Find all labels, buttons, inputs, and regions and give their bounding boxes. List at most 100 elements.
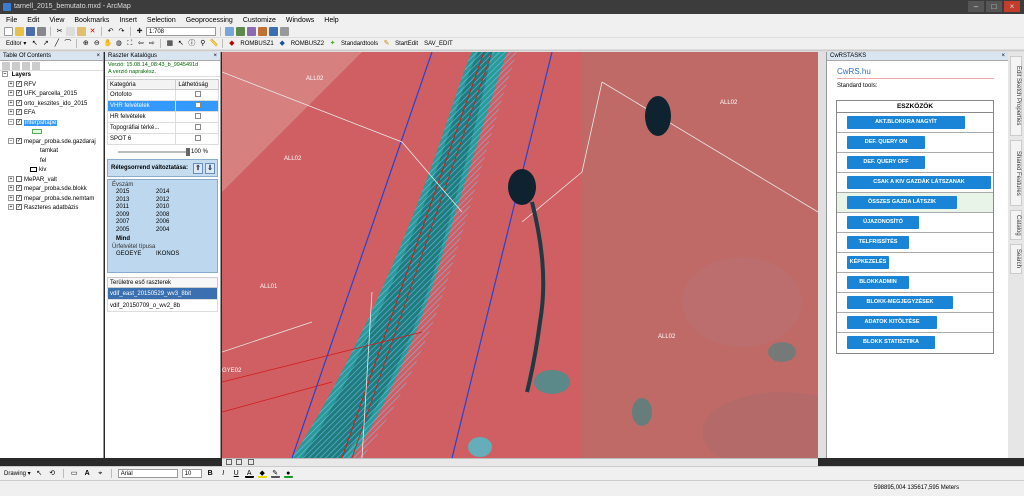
toc-layer-ufk[interactable]: + ✓ UFK_parcella_2015 <box>0 90 103 100</box>
toc-layer-blokk[interactable]: + ✓ mepar_proba.sde.blokk <box>0 185 103 195</box>
startedit-button[interactable]: StartEdit <box>393 41 420 47</box>
tab-catalog[interactable]: Catalog <box>1010 210 1022 240</box>
standardtools-button[interactable]: Standardtools <box>339 41 380 47</box>
edit-annotation-icon[interactable]: ↗ <box>41 39 50 48</box>
year-option[interactable]: 2015 <box>116 189 146 197</box>
expand-icon[interactable]: + <box>8 204 14 211</box>
menu-windows[interactable]: Windows <box>286 17 314 24</box>
year-option[interactable]: 2013 <box>116 197 146 205</box>
forward-extent-icon[interactable]: ⇨ <box>147 39 156 48</box>
drawing-menu[interactable]: Drawing ▾ <box>4 470 31 477</box>
add-data-icon[interactable]: ✚ <box>135 27 144 36</box>
maximize-button[interactable]: □ <box>986 1 1002 12</box>
layer-checkbox[interactable]: ✓ <box>16 194 22 201</box>
block-notes-button[interactable]: BLOKK-MEGJEGYZÉSEK <box>847 296 953 309</box>
select-features-icon[interactable]: ▦ <box>165 39 174 48</box>
category-row[interactable]: HR felvételek <box>106 111 219 123</box>
refresh-button[interactable]: TELFRISSÍTÉS <box>847 236 909 249</box>
refresh-view-icon[interactable] <box>248 459 254 465</box>
visibility-checkbox[interactable] <box>195 91 202 97</box>
redo-icon[interactable]: ↷ <box>117 27 126 36</box>
def-query-off-button[interactable]: DEF. QUERY OFF <box>847 156 925 169</box>
text-icon[interactable]: A <box>83 469 92 478</box>
layer-checkbox[interactable] <box>16 175 22 182</box>
category-row[interactable]: SPOT 6 <box>106 133 219 145</box>
paste-icon[interactable] <box>77 27 86 36</box>
minimize-button[interactable]: – <box>968 1 984 12</box>
menu-help[interactable]: Help <box>324 17 338 24</box>
font-select[interactable]: Arial <box>117 469 178 478</box>
expand-icon[interactable]: + <box>8 99 14 106</box>
measure-icon[interactable]: 📏 <box>209 39 219 48</box>
year-option[interactable]: 2006 <box>156 219 186 227</box>
menu-customize[interactable]: Customize <box>243 17 276 24</box>
catalog-close-icon[interactable]: × <box>213 52 217 61</box>
list-by-source-icon[interactable] <box>12 62 20 70</box>
visibility-header[interactable]: Láthetóság <box>175 79 219 90</box>
toc-layer-raszteres[interactable]: + ✓ Raszteres adatbázis <box>0 204 103 214</box>
edit-tool-icon[interactable]: ↖ <box>30 39 39 48</box>
layer-checkbox[interactable]: ✓ <box>16 185 22 192</box>
font-size-select[interactable]: 10 <box>181 469 202 478</box>
layers-root[interactable]: − Layers <box>0 71 103 81</box>
line-color-icon[interactable]: ✎ <box>270 469 280 478</box>
delete-icon[interactable]: ✕ <box>88 27 97 36</box>
toc-layer-rfv[interactable]: + ✓ RFV <box>0 80 103 91</box>
block-statistics-button[interactable]: BLOKK STATISZTIKA <box>847 336 935 349</box>
year-option[interactable]: 2012 <box>156 197 186 205</box>
layer-checkbox[interactable]: ✓ <box>16 90 22 97</box>
select-elements-icon[interactable]: ↖ <box>35 469 44 478</box>
data-view-icon[interactable] <box>226 459 232 465</box>
list-by-drawing-order-icon[interactable] <box>2 62 10 70</box>
block-admin-button[interactable]: BLOKKADMIN <box>847 276 909 289</box>
year-option[interactable]: 2014 <box>156 189 186 197</box>
category-row[interactable]: Ortofoto <box>106 89 219 101</box>
save-icon[interactable] <box>26 27 35 36</box>
catalog-window-icon[interactable] <box>236 27 245 36</box>
tab-search[interactable]: Search <box>1010 244 1022 274</box>
year-option[interactable]: 2005 <box>116 227 146 235</box>
identify-icon[interactable]: ⓘ <box>187 39 196 48</box>
rombusz1-button[interactable]: ROMBUSZ1 <box>238 41 275 47</box>
menu-edit[interactable]: Edit <box>27 17 39 24</box>
list-by-selection-icon[interactable] <box>32 62 40 70</box>
rombusz2-button[interactable]: ROMBUSZ2 <box>289 41 326 47</box>
copy-icon[interactable] <box>66 27 75 36</box>
slider-thumb[interactable] <box>186 148 190 156</box>
sav-edit-button[interactable]: SAV_EDIT <box>422 41 455 47</box>
visibility-checkbox[interactable] <box>195 135 202 141</box>
map-view[interactable]: ALL02 ALL02 ALL02 ALL01 ALL02 GYE02 <box>222 52 818 458</box>
menu-insert[interactable]: Insert <box>119 17 137 24</box>
layer-checkbox[interactable]: ✓ <box>16 204 22 211</box>
cwrs-brand[interactable]: CwRS.hu <box>837 67 1008 76</box>
new-document-icon[interactable] <box>4 27 13 36</box>
image-management-button[interactable]: KÉPKEZELÉS <box>847 256 889 269</box>
layer-checkbox[interactable]: ✓ <box>16 118 22 125</box>
category-row[interactable]: VHR felvételek <box>106 100 219 112</box>
toc-layer-nemtam[interactable]: + ✓ mepar_proba.sde.nemtam <box>0 194 103 205</box>
menu-geoprocessing[interactable]: Geoprocessing <box>186 17 233 24</box>
editor-menu[interactable]: Editor ▾ <box>4 40 28 47</box>
tab-shared-features[interactable]: Shared Features <box>1010 140 1022 206</box>
zoom-out-icon[interactable]: ⊖ <box>92 39 101 48</box>
expand-icon[interactable]: + <box>8 80 14 87</box>
toc-layer-orto[interactable]: + ✓ orto_keszites_ido_2015 <box>0 99 103 110</box>
back-extent-icon[interactable]: ⇦ <box>136 39 145 48</box>
toc-layer-efa[interactable]: + ✓ EFA <box>0 109 103 119</box>
year-option[interactable]: 2007 <box>116 219 146 227</box>
zoom-in-icon[interactable]: ⊕ <box>81 39 90 48</box>
move-up-button[interactable]: ⇑ <box>193 163 203 174</box>
edit-vertices-icon[interactable]: ⌖ <box>96 469 105 478</box>
layer-checkbox[interactable]: ✓ <box>16 99 22 106</box>
toc-layer-mepar-valt[interactable]: + MePAR_valt <box>0 175 103 186</box>
year-option[interactable]: 2010 <box>156 204 186 212</box>
panel-splitter[interactable] <box>818 52 826 458</box>
cut-icon[interactable]: ✂ <box>55 27 64 36</box>
tab-edit-sketch-properties[interactable]: Edit Sketch Properties <box>1010 56 1022 136</box>
opacity-slider[interactable] <box>118 148 190 156</box>
reidentify-button[interactable]: ÚJAZONOSÍTÓ <box>847 216 919 229</box>
model-builder-icon[interactable] <box>280 27 289 36</box>
undo-icon[interactable]: ↶ <box>106 27 115 36</box>
bold-icon[interactable]: B <box>206 469 215 478</box>
type-option[interactable]: GEOEYE <box>116 251 146 257</box>
